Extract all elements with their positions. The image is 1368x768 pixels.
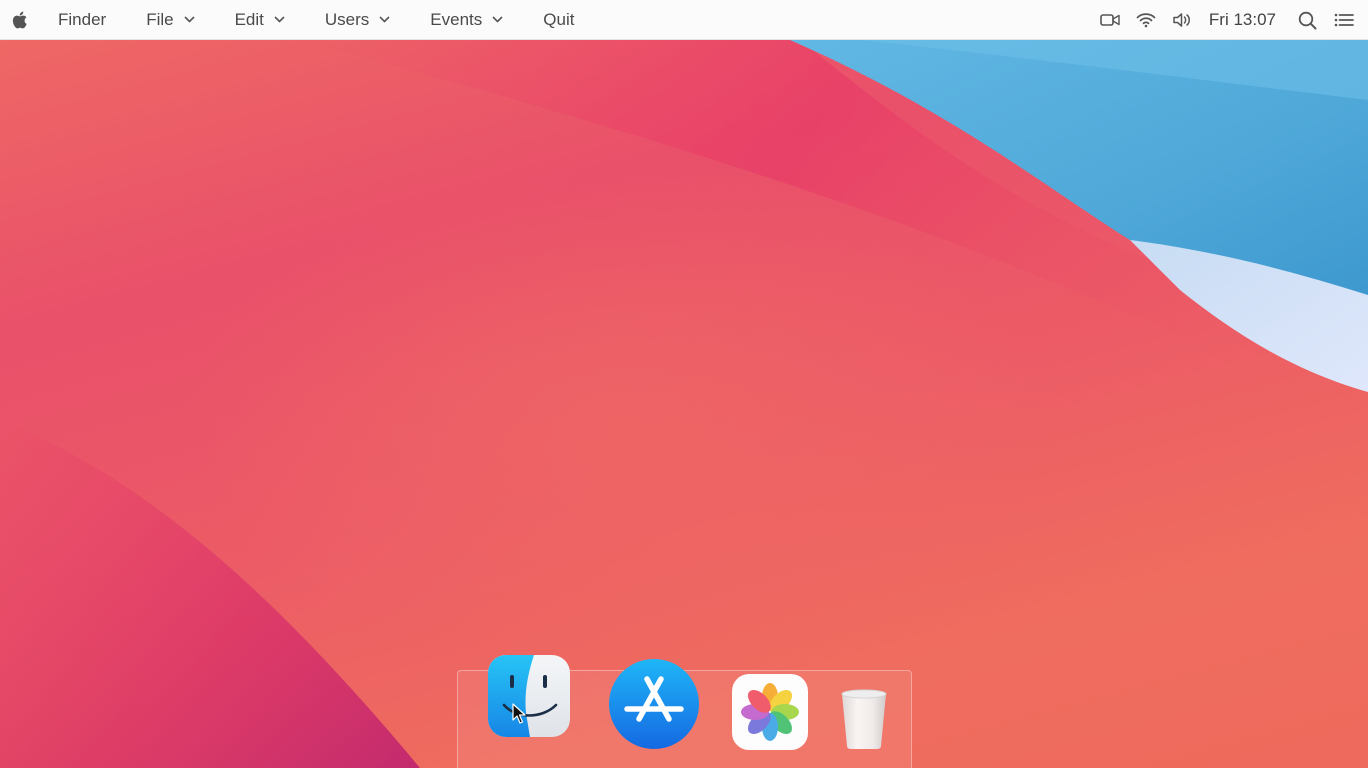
- chevron-down-icon: [492, 16, 503, 23]
- menu-finder-label: Finder: [58, 9, 107, 29]
- chevron-down-icon: [274, 16, 285, 23]
- menu-file[interactable]: File: [118, 0, 206, 39]
- menu-file-label: File: [146, 9, 174, 29]
- menu-users-label: Users: [324, 9, 370, 29]
- menu-bar: Finder File Edit Users Events Quit Fri 1…: [0, 0, 1368, 40]
- menu-quit[interactable]: Quit: [515, 0, 586, 39]
- dock-trash[interactable]: [836, 688, 892, 750]
- menu-list-icon[interactable]: [1324, 0, 1364, 40]
- menu-finder[interactable]: Finder: [46, 0, 118, 39]
- desktop-wallpaper[interactable]: [0, 0, 1368, 768]
- mouse-cursor-icon: [512, 703, 526, 724]
- menu-edit[interactable]: Edit: [207, 0, 297, 39]
- menu-events[interactable]: Events: [402, 0, 515, 39]
- menu-users[interactable]: Users: [297, 0, 402, 39]
- finder-icon: [488, 655, 570, 737]
- chevron-down-icon: [184, 16, 195, 23]
- search-icon[interactable]: [1290, 0, 1324, 40]
- menu-edit-label: Edit: [234, 9, 264, 29]
- wifi-icon[interactable]: [1127, 0, 1165, 40]
- apple-logo-icon[interactable]: [10, 10, 28, 30]
- chevron-down-icon: [379, 16, 390, 23]
- wallpaper-graphic: [0, 40, 1368, 768]
- dock-app-store[interactable]: [607, 657, 701, 751]
- trash-icon: [841, 689, 887, 749]
- photos-icon: [732, 674, 808, 750]
- video-camera-icon[interactable]: [1093, 0, 1127, 40]
- menu-events-label: Events: [430, 9, 483, 29]
- menu-clock[interactable]: Fri 13:07: [1209, 10, 1276, 30]
- dock-photos[interactable]: [731, 673, 809, 751]
- dock-finder[interactable]: [486, 653, 572, 739]
- app-store-icon: [609, 659, 699, 749]
- volume-icon[interactable]: [1165, 0, 1199, 40]
- menu-quit-label: Quit: [543, 9, 575, 29]
